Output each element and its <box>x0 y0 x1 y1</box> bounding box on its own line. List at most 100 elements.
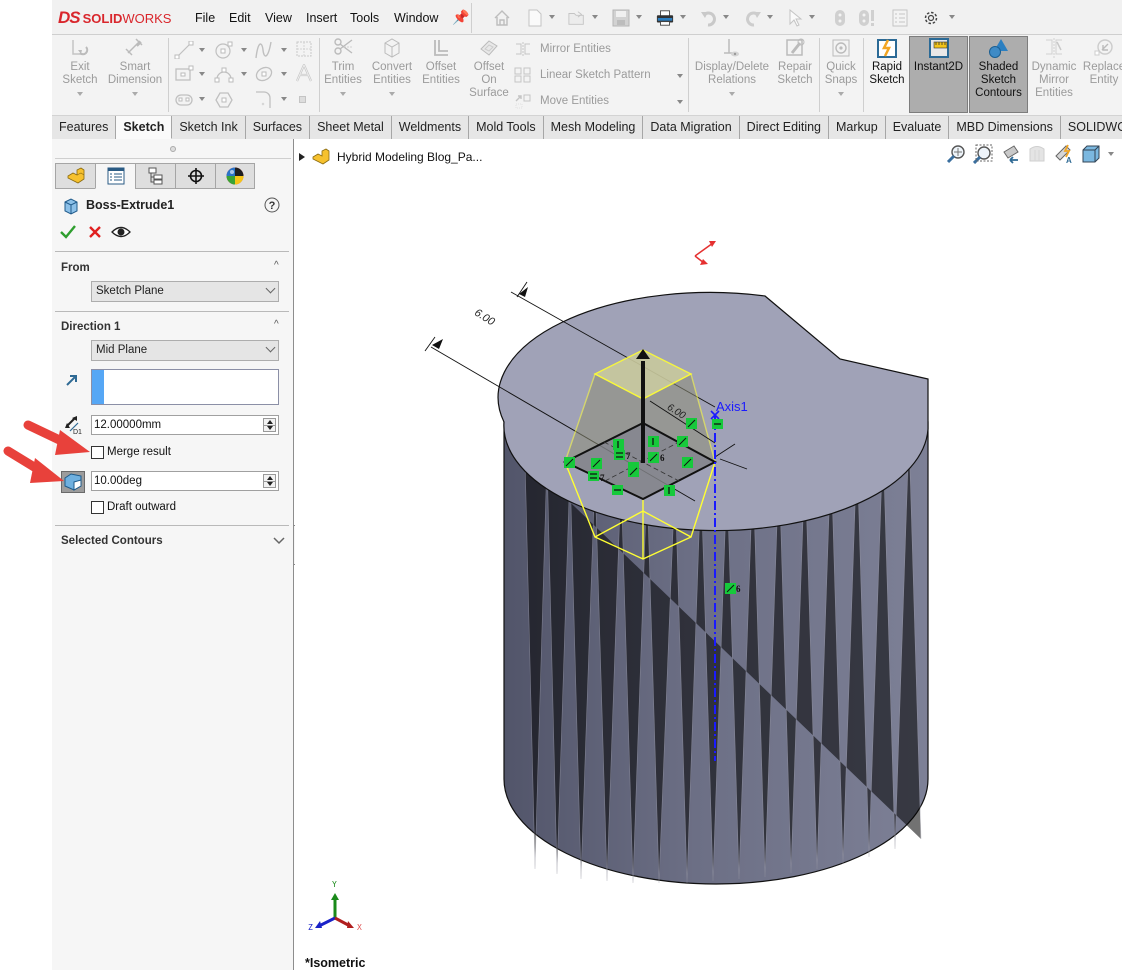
tab-data-migration[interactable]: Data Migration <box>643 116 740 139</box>
tab-features[interactable]: Features <box>52 116 117 139</box>
collapse-direction1-icon[interactable]: ^ <box>274 319 279 330</box>
redo-dropdown-icon[interactable] <box>767 15 773 19</box>
display-delete-relations-button[interactable]: Display/Delete Relations <box>692 37 772 96</box>
tab-sketch-ink[interactable]: Sketch Ink <box>172 116 246 139</box>
tab-mesh-modeling[interactable]: Mesh Modeling <box>543 116 644 139</box>
menu-insert[interactable]: Insert <box>306 11 337 25</box>
convert-entities-button[interactable]: Convert Entities <box>368 37 416 96</box>
select-dropdown-icon[interactable] <box>809 15 815 19</box>
tab-mbd-dimensions[interactable]: MBD Dimensions <box>949 116 1061 139</box>
part-top-face[interactable] <box>497 291 929 532</box>
print-icon[interactable] <box>656 8 674 28</box>
text-tool-icon[interactable] <box>294 64 314 82</box>
line-dropdown-icon[interactable] <box>199 48 205 52</box>
end-condition-select[interactable]: Mid Plane <box>91 340 279 361</box>
polygon-tool-icon[interactable] <box>214 91 234 109</box>
tab-surfaces[interactable]: Surfaces <box>245 116 311 139</box>
save-icon[interactable] <box>612 8 630 28</box>
slot-dropdown-icon[interactable] <box>199 97 205 101</box>
linear-sketch-pattern-button[interactable]: Linear Sketch Pattern <box>514 67 651 83</box>
smart-dimension-button[interactable]: Smart Dimension <box>106 37 164 96</box>
open-dropdown-icon[interactable] <box>592 15 598 19</box>
print-dropdown-icon[interactable] <box>680 15 686 19</box>
orientation-triad[interactable]: Y Z X <box>308 880 362 932</box>
point-tool-icon[interactable] <box>299 96 306 103</box>
home-icon[interactable] <box>493 8 511 28</box>
move-dropdown-icon[interactable] <box>677 100 683 104</box>
pattern-dropdown-icon[interactable] <box>677 74 683 78</box>
exit-sketch-dropdown-icon[interactable] <box>77 92 83 96</box>
smart-dimension-dropdown-icon[interactable] <box>132 92 138 96</box>
pin-icon[interactable]: 📌 <box>452 9 469 26</box>
rapid-sketch-button[interactable]: Rapid Sketch <box>866 37 908 87</box>
offset-entities-button[interactable]: Offset Entities <box>419 37 463 87</box>
tab-direct-editing[interactable]: Direct Editing <box>739 116 830 139</box>
from-start-condition-select[interactable]: Sketch Plane <box>91 281 279 302</box>
instant2d-button[interactable]: Instant2D <box>909 36 968 113</box>
spline-dropdown-icon[interactable] <box>281 48 287 52</box>
spline-tool-icon[interactable] <box>254 41 274 59</box>
depth-input[interactable]: 12.00000mm <box>91 415 279 435</box>
sketch-fillet-icon[interactable] <box>254 90 274 108</box>
quick-snaps-dropdown-icon[interactable] <box>838 92 844 96</box>
tab-solidworks-addins[interactable]: SOLIDWORKS A <box>1060 116 1122 139</box>
save-dropdown-icon[interactable] <box>636 15 642 19</box>
move-entities-button[interactable]: Move Entities <box>514 93 609 109</box>
preview-eye-icon[interactable] <box>111 225 131 239</box>
construction-geometry-icon[interactable] <box>294 40 314 58</box>
line-tool-icon[interactable] <box>174 41 194 59</box>
display-manager-tab[interactable] <box>215 163 255 189</box>
dynamic-mirror-entities-button[interactable]: Dynamic Mirror Entities <box>1030 37 1078 100</box>
trim-dropdown-icon[interactable] <box>340 92 346 96</box>
solidworks-logo[interactable]: DS SOLIDWORKS <box>58 7 171 29</box>
slot-tool-icon[interactable] <box>174 91 194 109</box>
tab-markup[interactable]: Markup <box>829 116 886 139</box>
property-manager-tab[interactable] <box>95 163 135 189</box>
configuration-manager-tab[interactable] <box>135 163 175 189</box>
fillet-dropdown-icon[interactable] <box>281 97 287 101</box>
expand-selected-contours-icon[interactable] <box>273 537 285 545</box>
open-folder-icon[interactable] <box>568 8 586 28</box>
rectangle-dropdown-icon[interactable] <box>199 72 205 76</box>
depth-spinner[interactable] <box>263 418 276 432</box>
replace-entity-button[interactable]: Replace Entity <box>1080 37 1122 87</box>
graphics-area[interactable]: Hybrid Modeling Blog_Pa... A 6.00 6.00 A… <box>295 139 1122 970</box>
new-dropdown-icon[interactable] <box>549 15 555 19</box>
collapse-from-icon[interactable]: ^ <box>274 260 279 271</box>
tab-sheet-metal[interactable]: Sheet Metal <box>310 116 392 139</box>
menu-file[interactable]: File <box>195 11 215 25</box>
cancel-x-icon[interactable] <box>88 225 102 239</box>
quick-snaps-button[interactable]: Quick Snaps <box>822 37 860 96</box>
relations-dropdown-icon[interactable] <box>729 92 735 96</box>
axis1-label[interactable]: Axis1 <box>716 399 748 414</box>
mirror-entities-button[interactable]: Mirror Entities <box>514 41 611 57</box>
convert-dropdown-icon[interactable] <box>389 92 395 96</box>
draft-angle-spinner[interactable] <box>263 474 276 488</box>
arc-dropdown-icon[interactable] <box>241 72 247 76</box>
feature-manager-tab[interactable] <box>55 163 95 189</box>
circle-dropdown-icon[interactable] <box>241 48 247 52</box>
file-properties-icon[interactable] <box>891 8 909 28</box>
rebuild-force-icon[interactable] <box>858 8 876 28</box>
dimension-text-1[interactable]: 6.00 <box>472 307 497 329</box>
draft-outward-checkbox[interactable] <box>91 501 104 514</box>
offset-on-surface-button[interactable]: Offset On Surface <box>467 37 511 100</box>
model-view[interactable]: 6.00 6.00 Axis1 7 6 7 6 Y Z X <box>295 139 1122 970</box>
direction-selection-box[interactable] <box>91 369 279 405</box>
rebuild-icon[interactable] <box>831 8 849 28</box>
menu-window[interactable]: Window <box>394 11 438 25</box>
rectangle-tool-icon[interactable] <box>174 65 194 83</box>
arc-tool-icon[interactable] <box>214 65 234 83</box>
circle-tool-icon[interactable] <box>214 41 234 59</box>
panel-grip-handle[interactable] <box>170 146 176 152</box>
dimxpert-manager-tab[interactable] <box>175 163 215 189</box>
shaded-sketch-contours-button[interactable]: Shaded Sketch Contours <box>969 36 1028 113</box>
options-dropdown-icon[interactable] <box>949 15 955 19</box>
repair-sketch-button[interactable]: Repair Sketch <box>774 37 816 87</box>
undo-dropdown-icon[interactable] <box>723 15 729 19</box>
tab-mold-tools[interactable]: Mold Tools <box>469 116 544 139</box>
ellipse-dropdown-icon[interactable] <box>281 72 287 76</box>
help-icon[interactable]: ? <box>264 197 280 213</box>
select-pointer-icon[interactable] <box>787 8 805 28</box>
tab-sketch[interactable]: Sketch <box>116 116 173 139</box>
